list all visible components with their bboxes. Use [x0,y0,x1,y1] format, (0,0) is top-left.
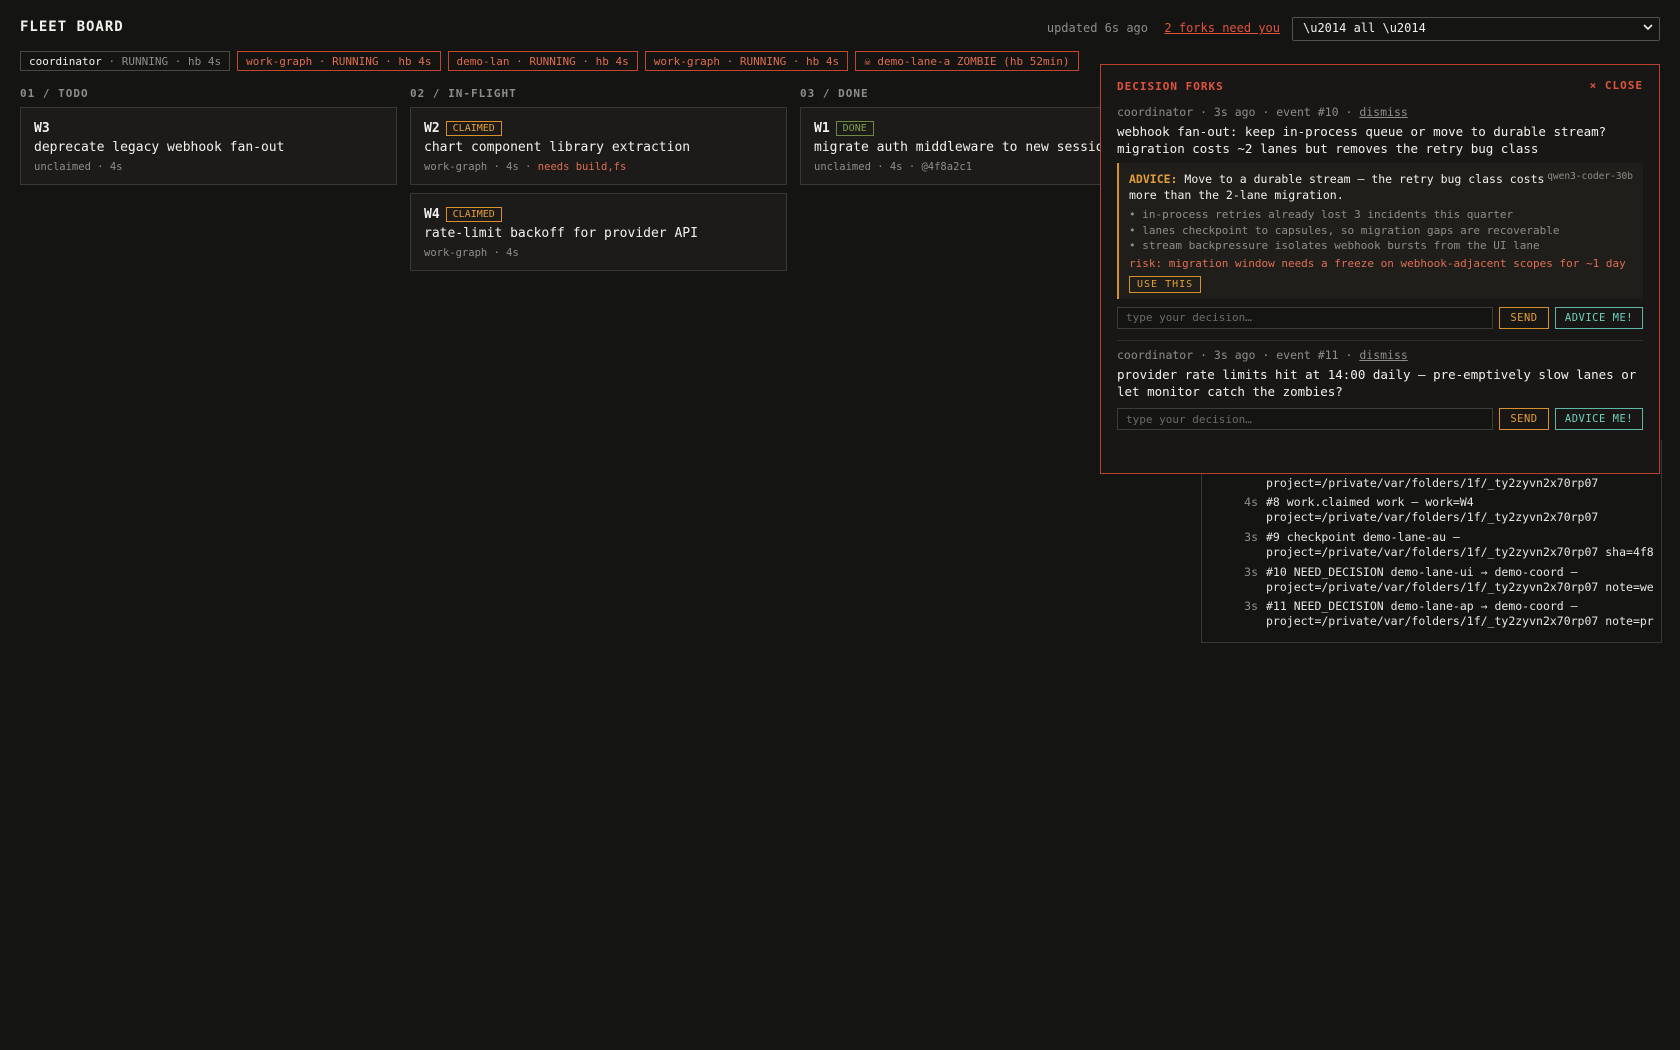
page-title: FLEET BOARD [20,19,124,35]
advice-me-button[interactable]: ADVICE ME! [1555,306,1643,329]
use-this-button[interactable]: USE THIS [1129,275,1202,293]
column-todo: 01 / TODO W3 deprecate legacy webhook fa… [20,87,397,193]
decision-fork: coordinator · 3s ago · event #10 · dismi… [1117,105,1643,329]
model-label: qwen3-coder-30b [1547,171,1633,182]
lane-chip[interactable]: work-graph · RUNNING · hb 4s [644,51,849,71]
forks-need-you-link[interactable]: 2 forks need you [1164,21,1280,35]
chevron-down-icon [1643,21,1653,35]
fork-question: webhook fan-out: keep in-process queue o… [1117,124,1607,156]
dismiss-link[interactable]: dismiss [1359,348,1407,362]
advice-box: qwen3-coder-30b ADVICE: Move to a durabl… [1117,163,1643,299]
status-badge: CLAIMED [445,120,502,136]
send-button[interactable]: SEND [1499,408,1549,430]
work-card[interactable]: W4 CLAIMED rate-limit backoff for provid… [410,193,787,271]
card-title: chart component library extraction [424,140,691,155]
column-title: 02 / IN-FLIGHT [410,87,517,100]
scope-select[interactable]: \u2014 all \u2014 [1292,17,1660,41]
header: FLEET BOARD updated 6s ago 2 forks need … [20,17,1660,41]
card-meta: unclaimed · 4s [34,161,123,173]
advice-risk: risk: migration window needs a freeze on… [1129,256,1626,270]
column-title: 01 / TODO [20,87,89,100]
decision-input[interactable] [1117,306,1493,329]
card-id: W3 [34,120,50,136]
card-title: rate-limit backoff for provider API [424,226,698,241]
decision-input[interactable] [1117,408,1493,430]
close-button[interactable]: × CLOSE [1590,79,1643,92]
work-card[interactable]: W3 deprecate legacy webhook fan-out uncl… [20,107,397,185]
scope-select-value: \u2014 all \u2014 [1303,21,1426,35]
advice-reasons: • in-process retries already lost 3 inci… [1129,207,1633,254]
advice-text: Move to a durable stream — the retry bug… [1129,172,1545,202]
lane-chip[interactable]: coordinator · RUNNING · hb 4s [20,51,231,71]
column-in-flight: 02 / IN-FLIGHT W2 CLAIMED chart componen… [410,87,787,279]
lane-chip-zombie[interactable]: ☠ demo-lane-a ZOMBIE (hb 52min) [855,51,1079,71]
needs-warning: needs build,fs [537,161,627,173]
advice-reason: • in-process retries already lost 3 inci… [1129,208,1514,221]
work-card[interactable]: W2 CLAIMED chart component library extra… [410,107,787,185]
dismiss-link[interactable]: dismiss [1359,105,1407,119]
fork-meta: coordinator · 3s ago · event #10 · dismi… [1117,105,1408,119]
decision-fork: coordinator · 3s ago · event #11 · dismi… [1117,348,1643,430]
updated-status: updated 6s ago [1046,21,1148,35]
lane-status-bar: coordinator · RUNNING · hb 4s work-graph… [20,51,1079,71]
card-meta: work-graph · 4s · needs build,fs [424,161,627,173]
lane-chip[interactable]: work-graph · RUNNING · hb 4s [237,51,441,71]
card-meta: work-graph · 4s [424,247,519,259]
advice-me-button[interactable]: ADVICE ME! [1555,408,1643,430]
advice-reason: • stream backpressure isolates webhook b… [1129,239,1540,252]
card-id: W1 [814,120,830,136]
lane-chip[interactable]: demo-lan · RUNNING · hb 4s [447,51,638,71]
card-id: W4 [424,206,440,222]
card-title: deprecate legacy webhook fan-out [34,140,285,155]
divider [1117,340,1643,341]
status-badge: DONE [835,120,874,136]
decision-forks-panel: DECISION FORKS × CLOSE coordinator · 3s … [1100,64,1660,474]
panel-title: DECISION FORKS [1117,80,1224,93]
fork-question: provider rate limits hit at 14:00 daily … [1117,367,1637,399]
card-id: W2 [424,120,440,136]
fork-meta: coordinator · 3s ago · event #11 · dismi… [1117,348,1408,362]
status-badge: CLAIMED [445,206,502,222]
advice-reason: • lanes checkpoint to capsules, so migra… [1129,223,1560,237]
send-button[interactable]: SEND [1499,306,1549,329]
advice-tag: ADVICE: [1129,172,1178,186]
